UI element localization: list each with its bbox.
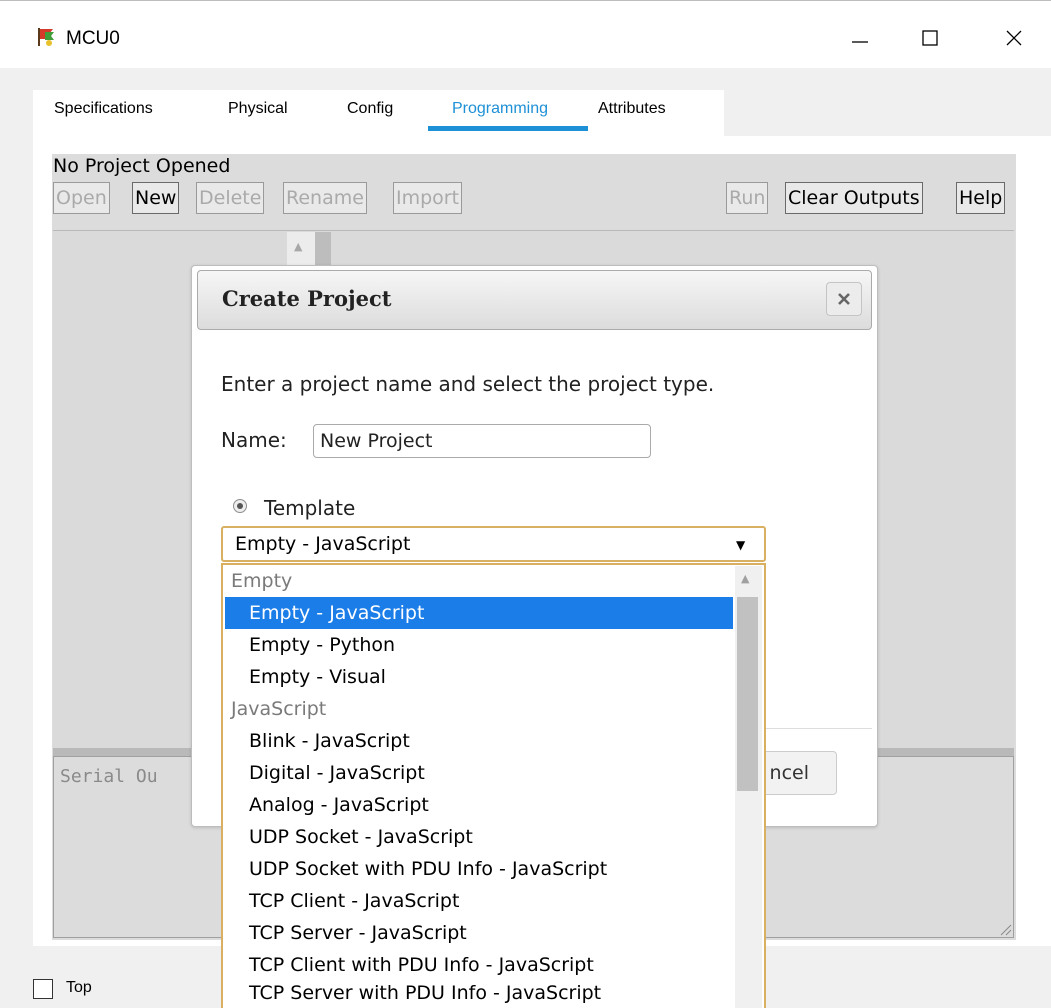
- dropdown-arrow-icon[interactable]: ▼: [736, 538, 745, 552]
- tab-config[interactable]: Config: [347, 100, 393, 130]
- close-icon: [838, 293, 850, 305]
- project-status-text: No Project Opened: [53, 155, 231, 177]
- run-button[interactable]: Run: [726, 182, 769, 214]
- radio-selected-dot: [237, 503, 243, 509]
- title-bar: [0, 0, 1051, 68]
- rename-button[interactable]: Rename: [283, 182, 367, 214]
- clear-outputs-button[interactable]: Clear Outputs: [785, 182, 923, 214]
- dropdown-option[interactable]: TCP Client - JavaScript: [225, 885, 733, 917]
- template-radio-label: Template: [264, 496, 356, 520]
- serial-output-placeholder: Serial Ou: [60, 766, 158, 787]
- dropdown-option[interactable]: Analog - JavaScript: [225, 789, 733, 821]
- dropdown-option[interactable]: UDP Socket - JavaScript: [225, 821, 733, 853]
- top-checkbox[interactable]: [33, 979, 53, 999]
- dialog-prompt: Enter a project name and select the proj…: [221, 372, 715, 396]
- dropdown-group-header: JavaScript: [231, 698, 327, 720]
- maximize-icon: [922, 30, 938, 46]
- dialog-title: Create Project: [222, 286, 392, 311]
- dropdown-option[interactable]: TCP Server with PDU Info - JavaScript: [225, 978, 733, 1008]
- maximize-button[interactable]: [900, 18, 960, 58]
- dropdown-scroll-thumb[interactable]: [737, 597, 758, 791]
- scroll-up-icon[interactable]: ▲: [741, 572, 749, 585]
- tab-specifications[interactable]: Specifications: [54, 100, 153, 130]
- top-checkbox-label: Top: [66, 979, 92, 996]
- scroll-up-icon[interactable]: ▲: [294, 240, 302, 253]
- dropdown-option[interactable]: TCP Server - JavaScript: [225, 917, 733, 949]
- window-title: MCU0: [66, 28, 120, 49]
- open-button[interactable]: Open: [53, 182, 110, 214]
- dropdown-option[interactable]: Digital - JavaScript: [225, 757, 733, 789]
- import-button[interactable]: Import: [393, 182, 463, 214]
- project-name-input[interactable]: [313, 424, 651, 458]
- minimize-icon: [852, 41, 868, 43]
- dropdown-group-header: Empty: [231, 570, 293, 592]
- resize-grip-icon[interactable]: [996, 920, 1012, 936]
- dropdown-option[interactable]: TCP Client with PDU Info - JavaScript: [225, 949, 733, 981]
- close-window-button[interactable]: [984, 18, 1044, 58]
- help-button[interactable]: Help: [956, 182, 1006, 214]
- dropdown-option[interactable]: Empty - Visual: [225, 661, 733, 693]
- tab-physical[interactable]: Physical: [228, 100, 288, 130]
- name-label: Name:: [221, 428, 287, 452]
- dialog-close-button[interactable]: [826, 282, 862, 316]
- active-tab-indicator: [428, 126, 588, 131]
- dropdown-option[interactable]: Empty - Python: [225, 629, 733, 661]
- minimize-button[interactable]: [830, 18, 890, 58]
- dropdown-option[interactable]: Empty - JavaScript: [225, 597, 733, 629]
- tab-attributes[interactable]: Attributes: [598, 100, 666, 130]
- new-button[interactable]: New: [132, 182, 180, 214]
- mcu-device-icon: [36, 26, 58, 48]
- dropdown-option[interactable]: UDP Socket with PDU Info - JavaScript: [225, 853, 733, 885]
- dropdown-option[interactable]: Blink - JavaScript: [225, 725, 733, 757]
- delete-button[interactable]: Delete: [196, 182, 265, 214]
- close-icon: [1006, 30, 1022, 46]
- template-select-value: Empty - JavaScript: [235, 533, 411, 555]
